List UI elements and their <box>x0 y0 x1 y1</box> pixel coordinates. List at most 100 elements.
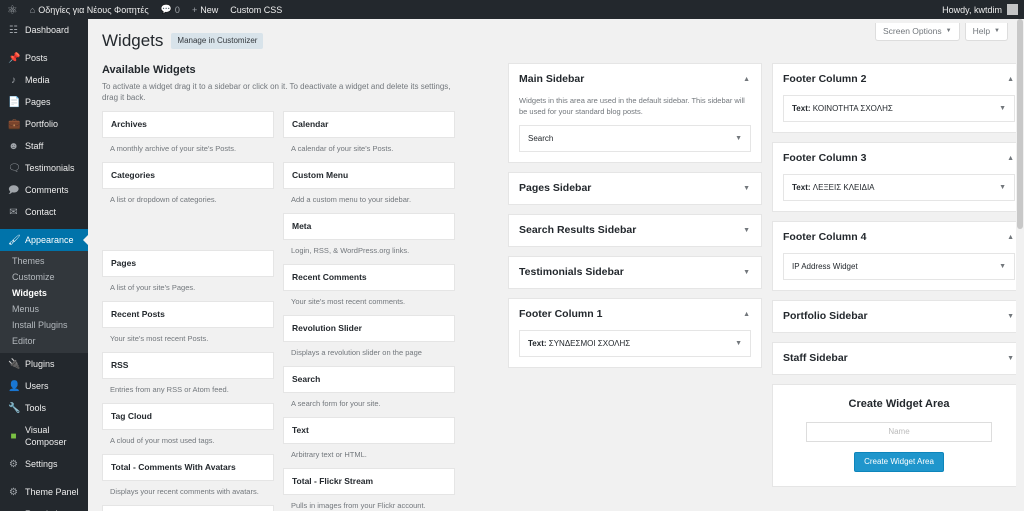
sidebar-item-settings[interactable]: ⚙ Settings <box>0 453 88 475</box>
widget-card[interactable]: RSS Entries from any RSS or Atom feed. <box>102 352 274 395</box>
widget-card[interactable]: Total - Flickr Stream Pulls in images fr… <box>283 468 455 511</box>
widget-card[interactable]: Calendar A calendar of your site's Posts… <box>283 111 455 154</box>
widget-title[interactable]: Calendar <box>283 111 455 138</box>
widget-card[interactable]: Pages A list of your site's Pages. <box>102 250 274 293</box>
widget-card[interactable]: Custom Menu Add a custom menu to your si… <box>283 162 455 205</box>
widget-card[interactable]: Revolution Slider Displays a revolution … <box>283 315 455 358</box>
sidebar-item-portfolio[interactable]: 💼 Portfolio <box>0 113 88 135</box>
sidebar-item-pages[interactable]: 📄 Pages <box>0 91 88 113</box>
sidebar-item-editor[interactable]: Editor <box>0 333 88 349</box>
chevron-up-icon[interactable]: ▲ <box>1006 153 1015 164</box>
assigned-widget[interactable]: Search ▼ <box>519 125 751 152</box>
chevron-down-icon[interactable]: ▼ <box>735 133 742 144</box>
widget-area-name-input[interactable] <box>806 421 992 442</box>
sidebar-box-header[interactable]: Footer Column 2 ▲ <box>773 64 1024 95</box>
sidebar-item-widgets[interactable]: Widgets <box>0 285 88 301</box>
chevron-up-icon[interactable]: ▲ <box>742 309 751 320</box>
custom-css-menu[interactable]: Custom CSS <box>224 0 288 19</box>
scrollbar-thumb[interactable] <box>1017 19 1023 229</box>
sidebar-item-revolution-slider[interactable]: ◉ Revolution Slider <box>0 503 88 511</box>
my-account-menu[interactable]: Howdy, kwtdim <box>936 0 1024 19</box>
widget-card[interactable]: Archives A monthly archive of your site'… <box>102 111 274 154</box>
chevron-down-icon[interactable]: ▼ <box>999 261 1006 272</box>
sidebar-item-comments[interactable]: 🗩 Comments <box>0 179 88 201</box>
new-content-menu[interactable]: + New <box>186 0 224 19</box>
widget-card[interactable]: Tag Cloud A cloud of your most used tags… <box>102 403 274 446</box>
sidebar-box-header[interactable]: Pages Sidebar ▼ <box>509 173 761 204</box>
sidebar-item-dashboard[interactable]: ☷ Dashboard <box>0 19 88 41</box>
screen-options-button[interactable]: Screen Options ▼ <box>875 23 960 41</box>
widget-title[interactable]: Search <box>283 366 455 393</box>
widget-card[interactable]: Recent Posts Your site's most recent Pos… <box>102 301 274 344</box>
sidebar-item-menus[interactable]: Menus <box>0 301 88 317</box>
sidebar-item-visual-composer[interactable]: ■ Visual Composer <box>0 419 88 453</box>
widget-title[interactable]: Archives <box>102 111 274 138</box>
widget-title[interactable]: Pages <box>102 250 274 277</box>
widget-title[interactable]: Text <box>283 417 455 444</box>
widget-card[interactable]: Total - Comments With Avatars Displays y… <box>102 454 274 497</box>
sidebar-item-plugins[interactable]: 🔌 Plugins <box>0 353 88 375</box>
create-widget-area-button[interactable]: Create Widget Area <box>854 451 944 472</box>
sidebar-box-header[interactable]: Main Sidebar ▲ <box>509 64 761 95</box>
sidebar-item-staff[interactable]: ☻ Staff <box>0 135 88 157</box>
chevron-up-icon[interactable]: ▲ <box>742 74 751 85</box>
sidebar-box-header[interactable]: Footer Column 3 ▲ <box>773 143 1024 174</box>
widget-card[interactable]: Meta Login, RSS, & WordPress.org links. <box>283 213 455 256</box>
widget-card[interactable]: Categories A list or dropdown of categor… <box>102 162 274 205</box>
sidebar-item-install-plugins[interactable]: Install Plugins <box>0 317 88 333</box>
chevron-down-icon[interactable]: ▼ <box>999 103 1006 114</box>
assigned-widget[interactable]: IP Address Widget ▼ <box>783 253 1015 280</box>
widget-title[interactable]: Meta <box>283 213 455 240</box>
chevron-down-icon[interactable]: ▼ <box>742 225 751 236</box>
chevron-down-icon[interactable]: ▼ <box>1006 353 1015 364</box>
manage-in-customizer-button[interactable]: Manage in Customizer <box>171 33 264 49</box>
chevron-down-icon[interactable]: ▼ <box>742 267 751 278</box>
assigned-widget[interactable]: Text: ΛΕΞΕΙΣ ΚΛΕΙΔΙΑ ▼ <box>783 174 1015 201</box>
chevron-down-icon[interactable]: ▼ <box>1006 311 1015 322</box>
widget-title[interactable]: Categories <box>102 162 274 189</box>
widget-card[interactable]: Text Arbitrary text or HTML. <box>283 417 455 460</box>
widget-title[interactable]: Total - Font Awesome Social Widget <box>102 505 274 511</box>
sidebar-item-theme-panel[interactable]: ⚙ Theme Panel <box>0 481 88 503</box>
sidebar-item-appearance[interactable]: 🖌 Appearance <box>0 229 89 251</box>
sidebar-item-users[interactable]: 👤 Users <box>0 375 88 397</box>
assigned-widget[interactable]: Text: ΣΥΝΔΕΣΜΟΙ ΣΧΟΛΗΣ ▼ <box>519 330 751 357</box>
sidebar-item-media[interactable]: ♪ Media <box>0 69 88 91</box>
chevron-down-icon[interactable]: ▼ <box>742 183 751 194</box>
help-button[interactable]: Help ▼ <box>964 23 1008 41</box>
sidebar-box-header[interactable]: Search Results Sidebar ▼ <box>509 215 761 246</box>
sidebar-box-header[interactable]: Footer Column 1 ▲ <box>509 299 761 330</box>
site-name-menu[interactable]: ⌂ Οδηγίες για Νέους Φοιτητές <box>24 0 155 19</box>
page-scrollbar[interactable] <box>1016 19 1024 511</box>
sidebar-item-label: Settings <box>25 459 58 469</box>
widget-title[interactable]: Recent Posts <box>102 301 274 328</box>
sidebar-item-customize[interactable]: Customize <box>0 269 88 285</box>
widget-title[interactable]: Revolution Slider <box>283 315 455 342</box>
widget-title[interactable]: Tag Cloud <box>102 403 274 430</box>
widget-card[interactable]: Search A search form for your site. <box>283 366 455 409</box>
widget-title[interactable]: Total - Flickr Stream <box>283 468 455 495</box>
sidebar-item-posts[interactable]: 📌 Posts <box>0 47 88 69</box>
widget-title[interactable]: Custom Menu <box>283 162 455 189</box>
widget-title[interactable]: RSS <box>102 352 274 379</box>
sidebar-item-testimonials[interactable]: 🗨 Testimonials <box>0 157 88 179</box>
sidebar-box-header[interactable]: Testimonials Sidebar ▼ <box>509 257 761 288</box>
comments-menu[interactable]: 💬 0 <box>155 0 186 19</box>
sidebar-box-header[interactable]: Staff Sidebar ▼ <box>773 343 1024 374</box>
wp-logo-menu[interactable]: ⚛ <box>0 0 24 19</box>
sidebar-item-tools[interactable]: 🔧 Tools <box>0 397 88 419</box>
chevron-up-icon[interactable]: ▲ <box>1006 232 1015 243</box>
widget-card[interactable]: Total - Font Awesome Social Widget Displ… <box>102 505 274 511</box>
sidebar-item-contact[interactable]: ✉ Contact <box>0 201 88 223</box>
chevron-up-icon[interactable]: ▲ <box>1006 74 1015 85</box>
chevron-down-icon[interactable]: ▼ <box>999 182 1006 193</box>
widget-title[interactable]: Total - Comments With Avatars <box>102 454 274 481</box>
widget-description: Add a custom menu to your sidebar. <box>291 195 412 204</box>
chevron-down-icon[interactable]: ▼ <box>735 338 742 349</box>
widget-card[interactable]: Recent Comments Your site's most recent … <box>283 264 455 307</box>
sidebar-item-themes[interactable]: Themes <box>0 253 88 269</box>
sidebar-box-header[interactable]: Footer Column 4 ▲ <box>773 222 1024 253</box>
sidebar-box-header[interactable]: Portfolio Sidebar ▼ <box>773 301 1024 332</box>
widget-title[interactable]: Recent Comments <box>283 264 455 291</box>
assigned-widget[interactable]: Text: ΚΟΙΝΟΤΗΤΑ ΣΧΟΛΗΣ ▼ <box>783 95 1015 122</box>
